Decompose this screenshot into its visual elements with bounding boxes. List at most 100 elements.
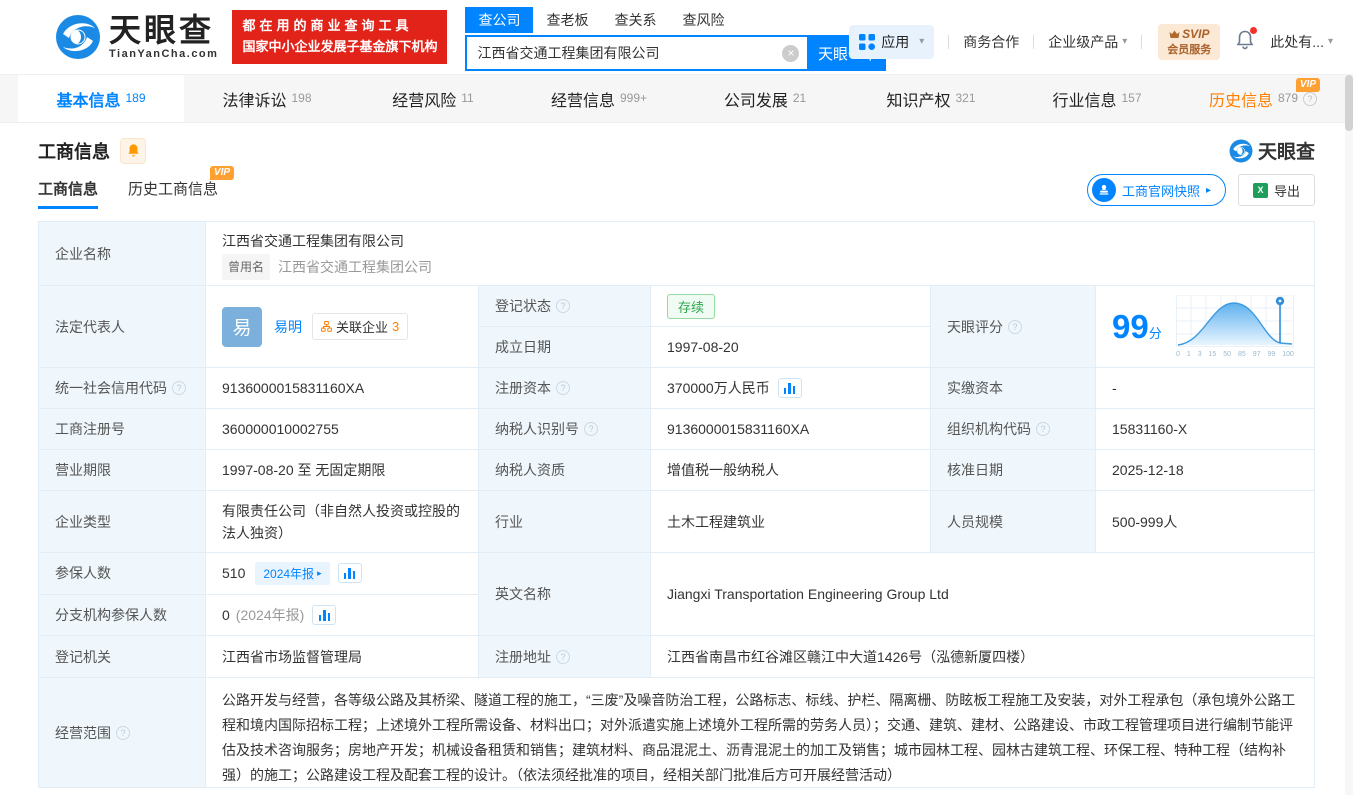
search-input[interactable] bbox=[467, 45, 808, 61]
user-menu[interactable]: 此处有... ▾ bbox=[1270, 32, 1333, 52]
apps-grid-icon bbox=[859, 33, 876, 50]
arrow-right-icon: ▸ bbox=[1205, 184, 1211, 196]
tab-operation-info[interactable]: 经营信息 999+ bbox=[516, 75, 682, 122]
reg-authority-value: 江西省市场监督管理局 bbox=[206, 636, 479, 677]
table-row: 企业类型 有限责任公司（非自然人投资或控股的法人独资） 行业 土木工程建筑业 人… bbox=[39, 491, 1314, 553]
score-distribution-chart: 01 3 15 50 85 97 99 100 bbox=[1176, 294, 1298, 358]
branch-insured-value: 0 bbox=[222, 606, 230, 623]
official-snapshot-button[interactable]: 工商官网快照 ▸ bbox=[1086, 174, 1226, 206]
slogan-line-2: 国家中小企业发展子基金旗下机构 bbox=[242, 39, 438, 54]
annual-report-badge[interactable]: 2024年报 ▸ bbox=[255, 561, 330, 585]
score-axis-labels: 01 3 15 50 85 97 99 100 bbox=[1176, 351, 1294, 358]
scrollbar-thumb[interactable] bbox=[1345, 75, 1353, 131]
score-value: 99分 bbox=[1112, 308, 1162, 345]
company-name-cell: 江西省交通工程集团有限公司 曾用名 江西省交通工程集团公司 bbox=[206, 222, 1314, 285]
table-row: 参保人数 510 2024年报 ▸ 分支机构参保人数 0 (2024年报) 英文… bbox=[39, 553, 1314, 636]
credit-code-label: 统一社会信用代码 ? bbox=[39, 368, 206, 408]
section-title: 工商信息 bbox=[38, 141, 110, 162]
user-label: 此处有... bbox=[1270, 33, 1324, 50]
score-label: 天眼评分 ? bbox=[931, 286, 1096, 367]
tianyancha-logo[interactable]: 天眼查 TianYanCha.com bbox=[55, 14, 218, 60]
industry-value: 土木工程建筑业 bbox=[651, 491, 931, 552]
org-code-value: 15831160-X bbox=[1112, 421, 1188, 437]
search-box: × bbox=[465, 35, 810, 71]
taxpayer-id-label: 纳税人识别号 ? bbox=[479, 409, 651, 449]
enterprise-product-link[interactable]: 企业级产品 bbox=[1048, 32, 1118, 52]
subtab-business-info[interactable]: 工商信息 bbox=[38, 178, 99, 209]
search-area: 查公司 查老板 查关系 查风险 × 天眼一下 bbox=[465, 7, 887, 71]
company-nav-tabs: 基本信息 189 法律诉讼 198 经营风险 11 经营信息 999+ 公司发展 21 知… bbox=[0, 75, 1353, 123]
tab-company-development[interactable]: 公司发展 21 bbox=[682, 75, 848, 122]
help-icon[interactable]: ? bbox=[556, 649, 570, 664]
reg-status-label: 登记状态 ? bbox=[479, 286, 651, 326]
main-content: 工商信息 天眼查 工商信息 历史工商信息 VIP 工商官网快照 ▸ X 导出 企… bbox=[0, 123, 1353, 788]
table-row: 统一社会信用代码 ? 9136000015831160XA 注册资本 ? 370… bbox=[39, 368, 1314, 409]
divider bbox=[1141, 34, 1143, 49]
tab-history-info[interactable]: VIP 历史信息 879 ? bbox=[1180, 75, 1346, 122]
tab-legal-litigation[interactable]: 法律诉讼 198 bbox=[184, 75, 350, 122]
crown-icon bbox=[1169, 30, 1180, 39]
search-tab-relation[interactable]: 查关系 bbox=[601, 7, 669, 33]
scrollbar[interactable] bbox=[1345, 75, 1353, 795]
staff-size-label: 人员规模 bbox=[931, 491, 1096, 552]
reg-status-cell: 存续 bbox=[651, 286, 931, 326]
caret-down-icon: ▾ bbox=[1122, 36, 1128, 48]
table-row: 经营范围 ? 公路开发与经营，各等级公路及其桥梁、隧道工程的施工，“三废”及噪音… bbox=[39, 678, 1314, 788]
establish-date-value: 1997-08-20 bbox=[667, 339, 739, 355]
table-row: 法定代表人 易 易明 关联企业 3 登记状态 ? 存续 成立日期 1997-08… bbox=[39, 286, 1314, 368]
apps-button[interactable]: 应用 ▾ bbox=[849, 24, 935, 59]
approval-date-label: 核准日期 bbox=[931, 450, 1096, 490]
paid-capital-value: - bbox=[1112, 380, 1117, 396]
insured-trend-chart-icon[interactable] bbox=[337, 563, 362, 584]
branch-insured-trend-chart-icon[interactable] bbox=[312, 604, 337, 625]
bell-icon bbox=[127, 144, 139, 157]
notification-red-dot bbox=[1250, 27, 1258, 35]
export-button[interactable]: X 导出 bbox=[1237, 174, 1315, 206]
help-icon[interactable]: ? bbox=[584, 422, 598, 436]
tab-basic-info[interactable]: 基本信息 189 bbox=[18, 75, 184, 122]
credit-code-value: 9136000015831160XA bbox=[206, 368, 479, 408]
insured-count-cell: 510 2024年报 ▸ bbox=[206, 553, 479, 594]
legal-rep-name-link[interactable]: 易明 bbox=[274, 317, 302, 337]
help-icon[interactable]: ? bbox=[556, 381, 570, 395]
help-icon[interactable]: ? bbox=[1303, 91, 1318, 106]
notification-bell-icon[interactable] bbox=[1236, 27, 1258, 53]
monitor-bell-button[interactable] bbox=[120, 137, 146, 164]
business-term-label: 营业期限 bbox=[39, 450, 206, 490]
table-row: 工商注册号 360000010002755 纳税人识别号 ? 913600001… bbox=[39, 409, 1314, 450]
company-type-label: 企业类型 bbox=[39, 491, 206, 552]
header-right: 应用 ▾ 商务合作 企业级产品 ▾ SVIP 会员服务 此处有... ▾ bbox=[849, 24, 1333, 60]
search-tab-company[interactable]: 查公司 bbox=[465, 7, 534, 33]
status-badge: 存续 bbox=[667, 293, 716, 319]
company-name-label: 企业名称 bbox=[39, 222, 206, 285]
reg-number-label: 工商注册号 bbox=[39, 409, 206, 449]
capital-trend-chart-icon[interactable] bbox=[777, 378, 802, 398]
subtab-history-business-info[interactable]: 历史工商信息 VIP bbox=[128, 166, 235, 209]
related-companies-badge[interactable]: 关联企业 3 bbox=[312, 313, 409, 340]
tab-industry-info[interactable]: 行业信息 157 bbox=[1014, 75, 1180, 122]
score-cell: 99分 0 1 3 15 50 85 97 99 100 bbox=[1096, 286, 1314, 367]
search-tab-risk[interactable]: 查风险 bbox=[669, 7, 737, 33]
legal-rep-avatar[interactable]: 易 bbox=[222, 306, 262, 347]
english-name-value: Jiangxi Transportation Engineering Group… bbox=[667, 586, 949, 602]
reg-address-value: 江西省南昌市红谷滩区赣江中大道1426号（泓德新厦四楼） bbox=[667, 648, 1035, 665]
clear-icon[interactable]: × bbox=[782, 44, 800, 62]
help-icon[interactable]: ? bbox=[116, 725, 130, 740]
help-icon[interactable]: ? bbox=[1036, 422, 1050, 436]
tab-operation-risk[interactable]: 经营风险 11 bbox=[350, 75, 516, 122]
top-header: 天眼查 TianYanCha.com 都在用的商业查询工具 国家中小企业发展子基… bbox=[0, 0, 1353, 75]
reg-capital-value: 370000万人民币 bbox=[667, 380, 770, 396]
help-icon[interactable]: ? bbox=[172, 381, 186, 395]
org-code-label: 组织机构代码 ? bbox=[931, 409, 1096, 449]
search-tab-boss[interactable]: 查老板 bbox=[533, 7, 601, 33]
help-icon[interactable]: ? bbox=[1008, 319, 1022, 334]
cooperation-link[interactable]: 商务合作 bbox=[963, 32, 1019, 52]
industry-label: 行业 bbox=[479, 491, 651, 552]
help-icon[interactable]: ? bbox=[556, 299, 570, 313]
taxpayer-quality-label: 纳税人资质 bbox=[479, 450, 651, 490]
branch-insured-label: 分支机构参保人数 bbox=[39, 594, 206, 635]
slogan-line-1: 都在用的商业查询工具 bbox=[242, 18, 413, 34]
approval-date-value: 2025-12-18 bbox=[1112, 462, 1184, 478]
svip-member-button[interactable]: SVIP 会员服务 bbox=[1158, 24, 1221, 60]
tab-intellectual-property[interactable]: 知识产权 321 bbox=[848, 75, 1014, 122]
